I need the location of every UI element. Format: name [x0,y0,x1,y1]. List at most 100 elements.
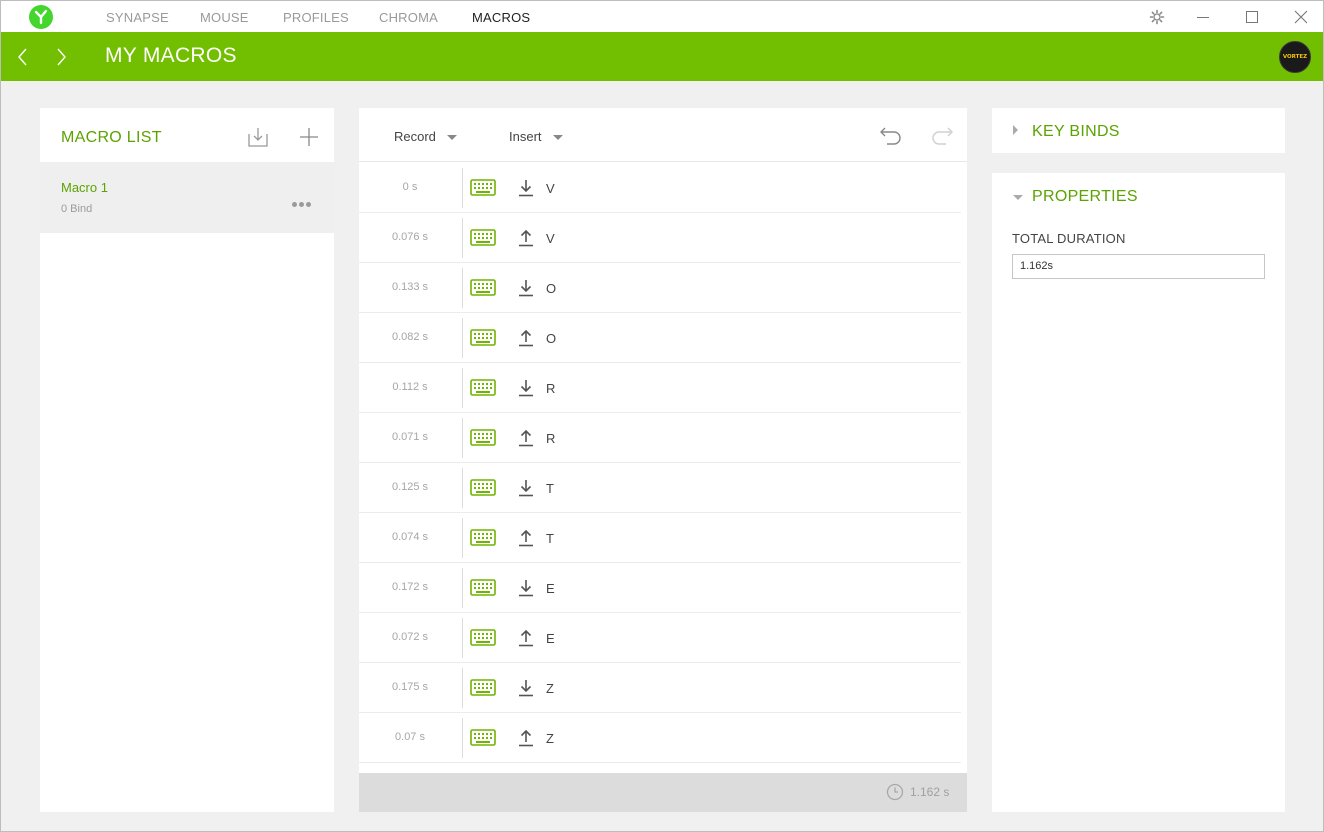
keyboard-icon [470,478,496,498]
step-divider [462,318,463,358]
app-window: SYNAPSE MOUSE PROFILES CHROMA MACROS MY … [0,0,1324,832]
total-time: 1.162 s [910,785,950,799]
step-delay[interactable]: 0.076 s [359,231,461,243]
step-key: Z [546,731,554,746]
step-key: V [546,181,555,196]
insert-dropdown[interactable]: Insert [509,129,563,144]
macro-step-row[interactable]: 0 s V [359,163,961,213]
chevron-down-icon[interactable] [1013,195,1023,200]
razer-logo-icon[interactable] [29,5,53,29]
step-delay[interactable]: 0.07 s [359,731,461,743]
macro-step-row[interactable]: 0.072 s E [359,613,961,663]
step-key: R [546,431,556,446]
step-delay[interactable]: 0.072 s [359,631,461,643]
minimize-icon[interactable] [1193,7,1213,27]
key-up-arrow-icon [517,428,535,448]
macro-step-row[interactable]: 0.175 s Z [359,663,961,713]
macro-step-row[interactable]: 0.076 s V [359,213,961,263]
macro-step-row[interactable]: 0.074 s T [359,513,961,563]
page-title: MY MACROS [105,44,237,67]
avatar-text: VORTEZ [1282,54,1308,60]
key-down-arrow-icon [517,578,535,598]
step-divider [462,368,463,408]
key-down-arrow-icon [517,178,535,198]
undo-icon[interactable] [879,124,903,146]
more-options-icon[interactable] [292,194,314,207]
step-delay[interactable]: 0.074 s [359,531,461,543]
macro-step-row[interactable]: 0.172 s E [359,563,961,613]
step-key: Z [546,681,554,696]
macro-editor-panel: Record Insert 0 s V 0.076 s V 0.133 s O 0.082 … [359,108,967,812]
keyboard-icon [470,628,496,648]
chevron-down-icon [446,135,457,141]
keyboard-icon [470,378,496,398]
keyboard-icon [470,228,496,248]
macro-step-row[interactable]: 0.071 s R [359,413,961,463]
step-delay[interactable]: 0.112 s [359,381,461,393]
key-down-arrow-icon [517,378,535,398]
nav-tab-chroma[interactable]: CHROMA [379,10,438,25]
properties-title[interactable]: PROPERTIES [1032,188,1138,206]
maximize-icon[interactable] [1242,7,1262,27]
keyboard-icon [470,528,496,548]
key-up-arrow-icon [517,528,535,548]
step-delay[interactable]: 0.125 s [359,481,461,493]
step-key: T [546,481,554,496]
import-icon[interactable] [247,126,269,148]
total-duration-field[interactable]: 1.162s [1012,254,1265,279]
macro-list-header: MACRO LIST [40,108,334,162]
step-divider [462,468,463,508]
nav-tab-profiles[interactable]: PROFILES [283,10,349,25]
macro-list-title: MACRO LIST [61,129,162,146]
step-delay[interactable]: 0.082 s [359,331,461,343]
keyboard-icon [470,328,496,348]
macro-list-item[interactable]: Macro 1 0 Bind [40,162,334,233]
step-key: O [546,331,557,346]
macro-step-row[interactable]: 0.112 s R [359,363,961,413]
macro-step-row[interactable]: 0.07 s Z [359,713,961,763]
insert-label: Insert [509,129,542,144]
avatar[interactable]: VORTEZ [1279,41,1311,73]
step-delay[interactable]: 0.175 s [359,681,461,693]
step-key: R [546,381,556,396]
step-delay[interactable]: 0.172 s [359,581,461,593]
keyboard-icon [470,578,496,598]
key-up-arrow-icon [517,728,535,748]
step-delay[interactable]: 0 s [359,181,461,193]
chevron-right-icon [1013,125,1018,135]
step-divider [462,418,463,458]
record-dropdown[interactable]: Record [394,129,457,144]
key-down-arrow-icon [517,278,535,298]
keyboard-icon [470,178,496,198]
add-macro-icon[interactable] [298,126,320,148]
step-delay[interactable]: 0.133 s [359,281,461,293]
back-arrow-icon[interactable] [13,46,33,68]
editor-footer: 1.162 s [359,773,967,812]
forward-arrow-icon[interactable] [51,46,71,68]
nav-tab-synapse[interactable]: SYNAPSE [106,10,169,25]
total-duration-label: TOTAL DURATION [1012,231,1126,246]
settings-gear-icon[interactable] [1147,7,1167,27]
keyboard-icon [470,428,496,448]
macro-step-row[interactable]: 0.125 s T [359,463,961,513]
step-key: E [546,581,555,596]
step-divider [462,168,463,208]
nav-tab-mouse[interactable]: MOUSE [200,10,249,25]
close-icon[interactable] [1291,7,1311,27]
step-delay[interactable]: 0.071 s [359,431,461,443]
editor-toolbar: Record Insert [359,108,967,162]
key-binds-section[interactable]: KEY BINDS [992,108,1285,153]
key-binds-title: KEY BINDS [1032,123,1120,140]
macro-steps-list: 0 s V 0.076 s V 0.133 s O 0.082 s O 0.112 s R 0.07… [359,163,961,763]
page-header: MY MACROS VORTEZ [1,32,1323,81]
redo-icon[interactable] [930,124,954,146]
macro-step-row[interactable]: 0.082 s O [359,313,961,363]
macro-list-panel: MACRO LIST Macro 1 0 Bind [40,108,334,812]
key-up-arrow-icon [517,628,535,648]
step-key: O [546,281,557,296]
nav-tab-macros[interactable]: MACROS [472,10,530,25]
key-up-arrow-icon [517,328,535,348]
macro-step-row[interactable]: 0.133 s O [359,263,961,313]
step-divider [462,218,463,258]
step-divider [462,618,463,658]
